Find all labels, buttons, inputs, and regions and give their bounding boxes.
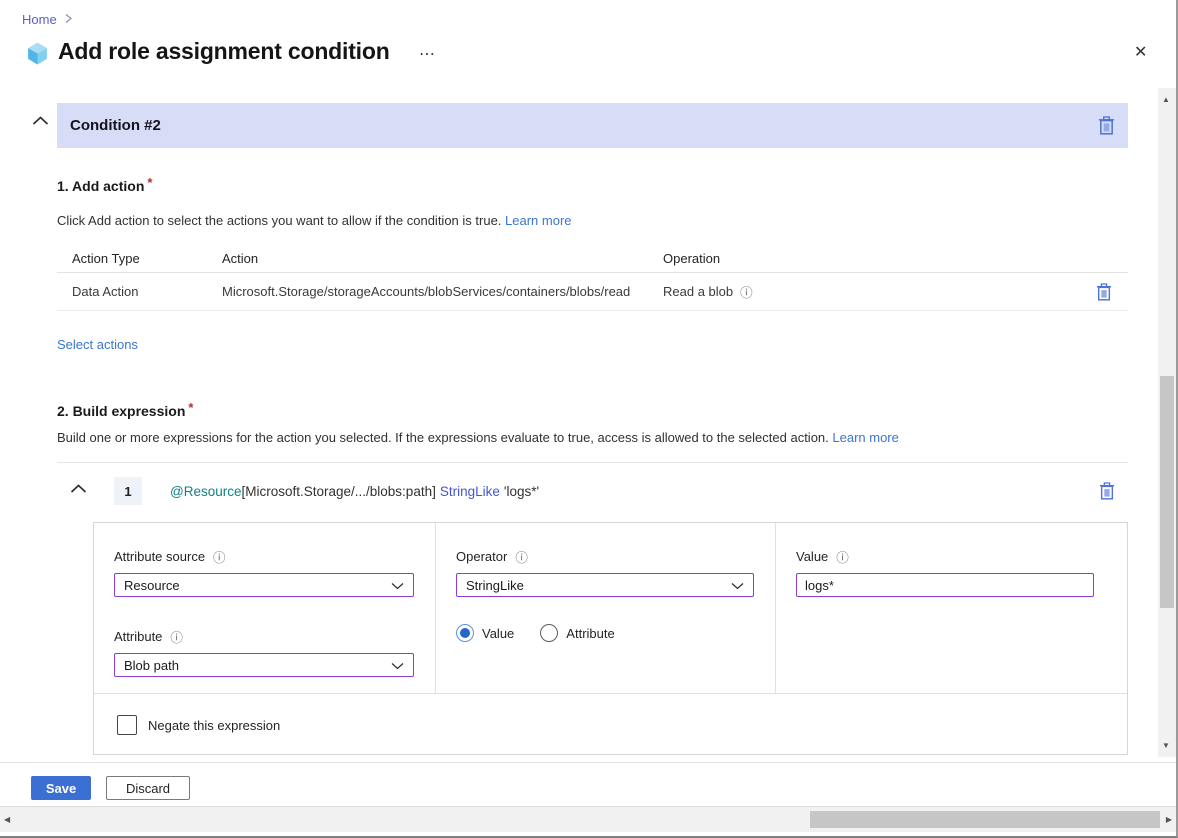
required-asterisk: * xyxy=(147,175,152,190)
expression-summary-row: 1 @Resource[Microsoft.Storage/.../blobs:… xyxy=(57,462,1128,520)
actions-table-header: Action Type Action Operation xyxy=(57,244,1128,273)
more-options-icon[interactable]: ⋯ xyxy=(415,42,439,66)
condition-title: Condition #2 xyxy=(70,117,161,134)
scroll-up-icon[interactable]: ▲ xyxy=(1162,95,1170,104)
build-expression-heading: 2. Build expression* xyxy=(57,400,193,419)
attribute-source-dropdown[interactable]: Resource xyxy=(114,573,414,597)
table-row: Data Action Microsoft.Storage/storageAcc… xyxy=(57,273,1128,311)
column-action: Action xyxy=(222,251,663,266)
attribute-dropdown[interactable]: Blob path xyxy=(114,653,414,677)
horizontal-scrollbar-thumb[interactable] xyxy=(810,811,1160,828)
value-input[interactable] xyxy=(796,573,1094,597)
operator-column: Operator ⓘ StringLike Value Attribute xyxy=(435,523,775,693)
build-expression-description: Build one or more expressions for the ac… xyxy=(57,430,899,445)
cell-operation: Read a blob xyxy=(663,284,733,299)
close-icon[interactable]: ✕ xyxy=(1128,40,1153,64)
save-button[interactable]: Save xyxy=(31,776,91,800)
operator-dropdown[interactable]: StringLike xyxy=(456,573,754,597)
attribute-radio[interactable] xyxy=(540,624,558,642)
expression-index-badge: 1 xyxy=(114,477,142,505)
chevron-down-icon xyxy=(731,578,744,593)
expression-summary-text: @Resource[Microsoft.Storage/.../blobs:pa… xyxy=(170,484,539,499)
operator-info-icon[interactable]: ⓘ xyxy=(515,547,528,566)
value-radio-label: Value xyxy=(482,626,514,641)
expression-builder-panel: Attribute source ⓘ Resource Attribute ⓘ … xyxy=(93,522,1128,755)
scroll-down-icon[interactable]: ▼ xyxy=(1162,741,1170,750)
build-expression-learn-more-link[interactable]: Learn more xyxy=(832,430,898,445)
attribute-info-icon[interactable]: ⓘ xyxy=(170,627,183,646)
chevron-down-icon xyxy=(391,578,404,593)
value-info-icon[interactable]: ⓘ xyxy=(836,547,849,566)
delete-action-button[interactable] xyxy=(1096,283,1112,301)
breadcrumb-chevron-icon xyxy=(64,12,73,27)
attribute-column: Attribute source ⓘ Resource Attribute ⓘ … xyxy=(94,523,435,693)
footer-divider xyxy=(0,762,1176,763)
page-title: Add role assignment condition xyxy=(58,38,390,65)
column-action-type: Action Type xyxy=(72,251,222,266)
negate-row: Negate this expression xyxy=(94,693,1127,756)
select-actions-link[interactable]: Select actions xyxy=(57,337,138,352)
scroll-left-icon[interactable]: ◀ xyxy=(4,815,10,824)
delete-expression-button[interactable] xyxy=(1099,482,1115,500)
cell-action: Microsoft.Storage/storageAccounts/blobSe… xyxy=(222,284,663,299)
negate-checkbox[interactable] xyxy=(117,715,137,735)
attribute-source-info-icon[interactable]: ⓘ xyxy=(213,547,226,566)
expression-collapse-chevron-icon[interactable] xyxy=(68,480,89,499)
delete-condition-button[interactable] xyxy=(1098,116,1115,135)
attribute-radio-label: Attribute xyxy=(566,626,614,641)
operation-info-icon[interactable]: ⓘ xyxy=(740,282,753,301)
cell-action-type: Data Action xyxy=(72,284,222,299)
value-column: Value ⓘ xyxy=(775,523,1127,693)
value-radio[interactable] xyxy=(456,624,474,642)
negate-label: Negate this expression xyxy=(148,718,280,733)
value-label: Value ⓘ xyxy=(796,547,1127,566)
add-role-assignment-condition-page: Home Add role assignment condition ⋯ ✕ C… xyxy=(0,0,1178,838)
scroll-right-icon[interactable]: ▶ xyxy=(1166,815,1172,824)
chevron-down-icon xyxy=(391,658,404,673)
vertical-scrollbar-thumb[interactable] xyxy=(1160,376,1174,608)
horizontal-scrollbar[interactable]: ◀ ▶ xyxy=(0,806,1176,832)
operator-label: Operator ⓘ xyxy=(456,547,775,566)
required-asterisk: * xyxy=(188,400,193,415)
add-action-learn-more-link[interactable]: Learn more xyxy=(505,213,571,228)
value-attribute-radio-group: Value Attribute xyxy=(456,624,775,642)
condition-collapse-chevron-icon[interactable] xyxy=(30,112,51,131)
attribute-label: Attribute ⓘ xyxy=(114,627,435,646)
column-operation: Operation xyxy=(663,251,1080,266)
add-action-heading: 1. Add action* xyxy=(57,175,152,194)
discard-button[interactable]: Discard xyxy=(106,776,190,800)
add-action-description: Click Add action to select the actions y… xyxy=(57,213,572,228)
attribute-source-label: Attribute source ⓘ xyxy=(114,547,435,566)
actions-table: Action Type Action Operation Data Action… xyxy=(57,244,1128,311)
resource-cube-icon xyxy=(25,41,50,71)
vertical-scrollbar[interactable]: ▲ ▼ xyxy=(1158,88,1176,757)
breadcrumb-home-link[interactable]: Home xyxy=(22,12,57,27)
breadcrumb: Home xyxy=(22,12,73,27)
condition-header: Condition #2 xyxy=(57,103,1128,148)
